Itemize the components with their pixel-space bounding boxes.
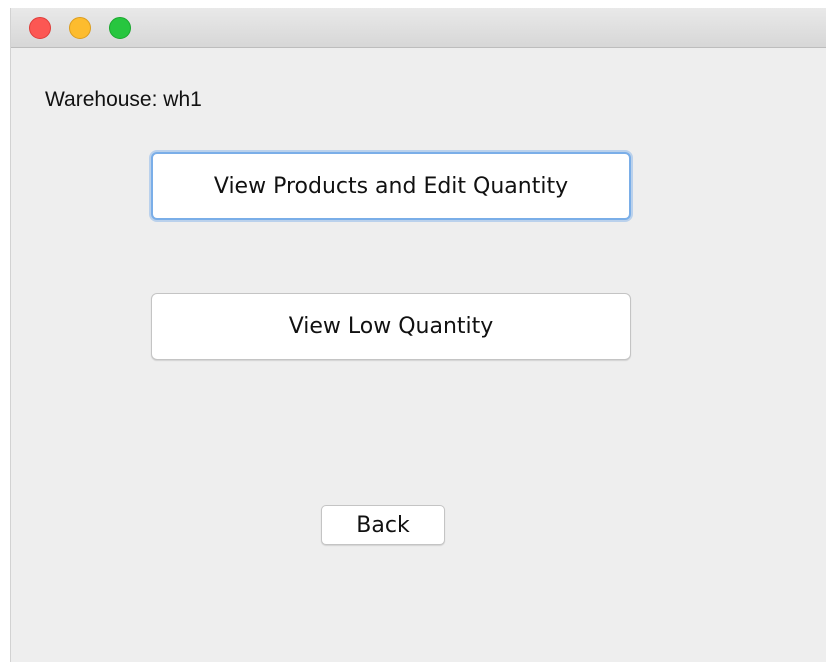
app-window: Warehouse: wh1 View Products and Edit Qu…: [10, 8, 826, 662]
view-products-edit-quantity-button[interactable]: View Products and Edit Quantity: [151, 152, 631, 220]
warehouse-label: Warehouse: wh1: [45, 88, 202, 111]
zoom-window-icon[interactable]: [109, 17, 131, 39]
back-button[interactable]: Back: [321, 505, 445, 545]
title-bar[interactable]: [11, 8, 826, 48]
view-low-quantity-button[interactable]: View Low Quantity: [151, 293, 631, 360]
minimize-window-icon[interactable]: [69, 17, 91, 39]
close-window-icon[interactable]: [29, 17, 51, 39]
